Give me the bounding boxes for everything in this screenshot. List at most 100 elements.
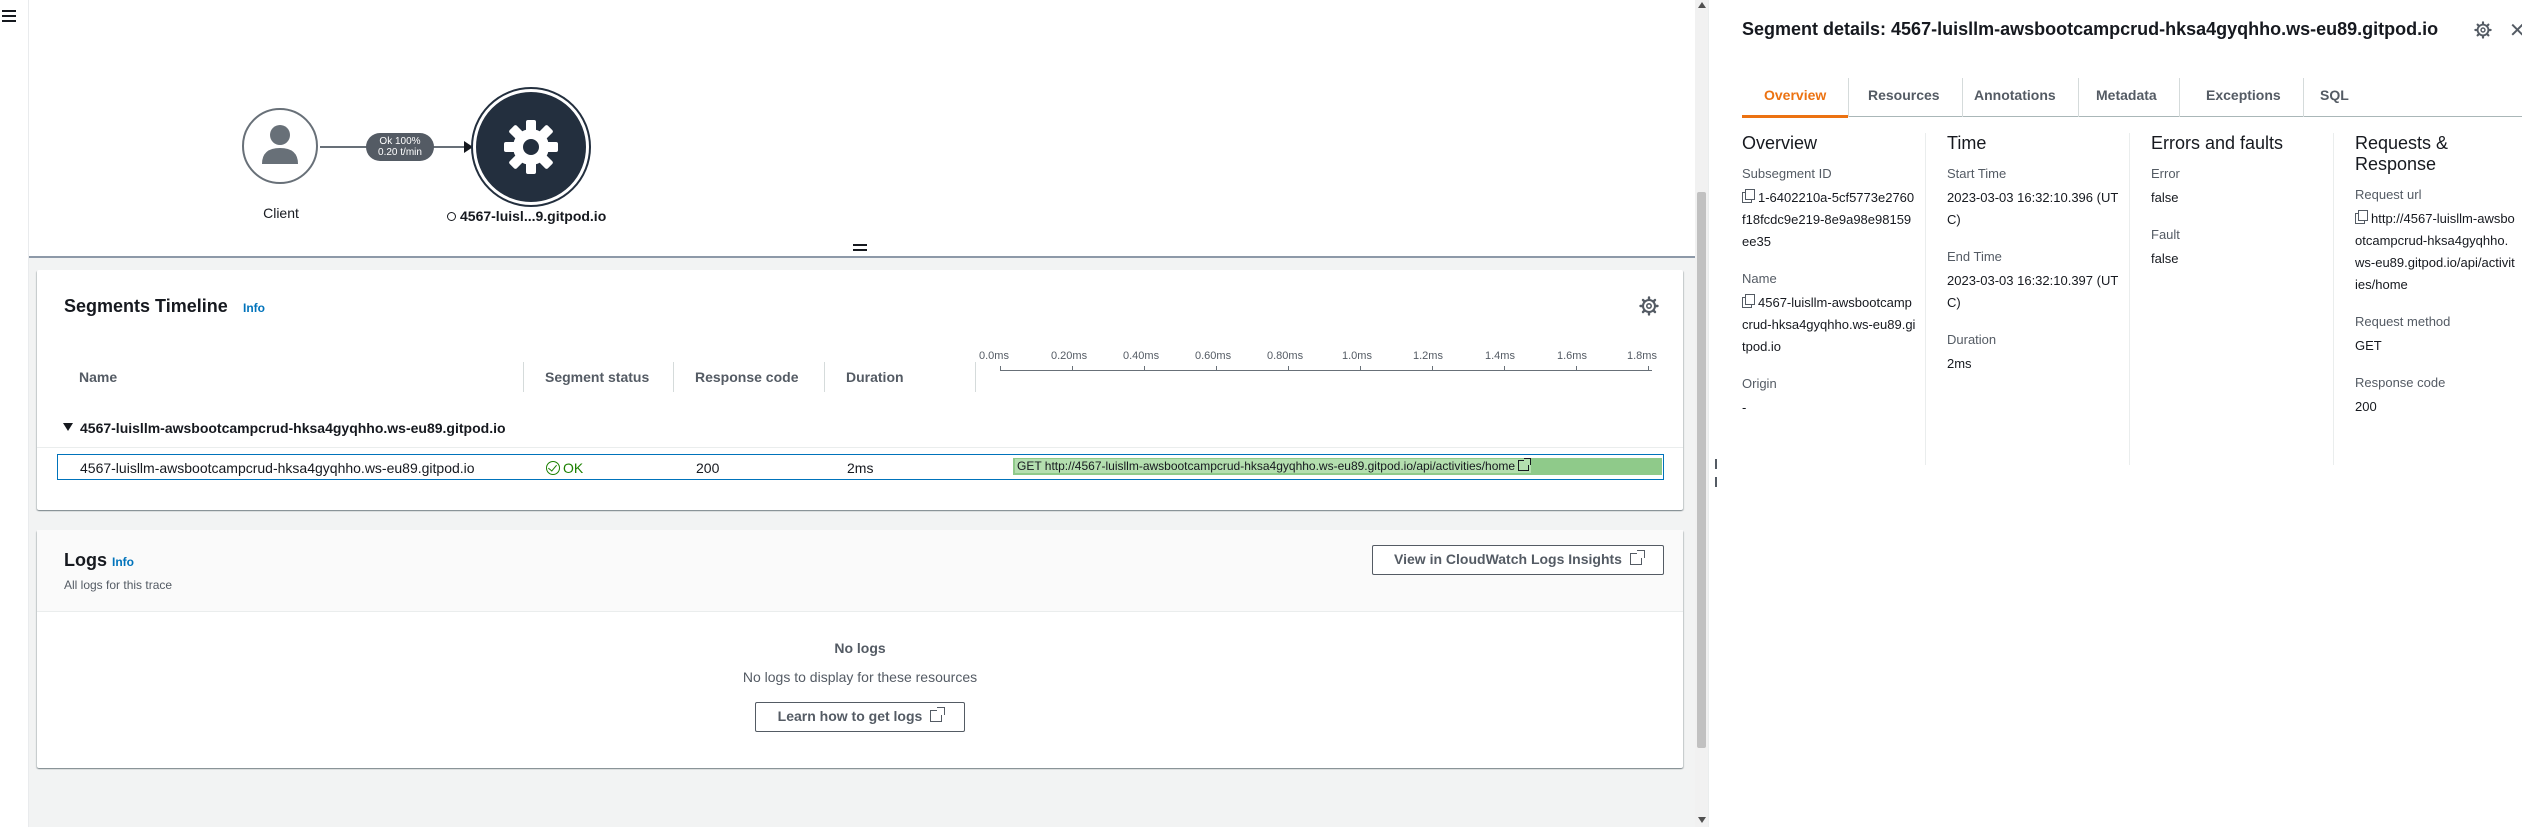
left-rail	[0, 0, 29, 827]
request-url-value[interactable]: http://4567-luisllm-awsbootcampcrud-hksa…	[2355, 208, 2515, 296]
tab-metadata[interactable]: Metadata	[2074, 78, 2180, 117]
overview-column: Overview Subsegment ID 1-6402210a-5cf577…	[1742, 133, 1917, 437]
copy-icon[interactable]	[1742, 294, 1755, 308]
segment-details-panel: Segment details: 4567-luisllm-awsbootcam…	[1708, 0, 2522, 827]
service-label-text: 4567-luisl...9.gitpod.io	[460, 208, 607, 224]
menu-icon[interactable]	[2, 10, 16, 22]
details-tabs: Overview Resources Annotations Metadata …	[1742, 72, 2522, 118]
scroll-thumb[interactable]	[1697, 192, 1706, 748]
name-label: Name	[1742, 271, 1777, 286]
axis-tick: 1.0ms	[1342, 350, 1372, 362]
settings-icon	[1639, 296, 1659, 316]
error-label: Error	[2151, 166, 2180, 181]
start-time-label: Start Time	[1947, 166, 2007, 181]
timeline-bar[interactable]: GET http://4567-luisllm-awsbootcampcrud-…	[1013, 458, 1662, 475]
col-header-duration[interactable]: Duration	[846, 369, 904, 385]
resize-handle[interactable]	[853, 244, 867, 254]
client-label: Client	[263, 205, 299, 221]
segments-timeline-panel: Segments Timeline Info Name Segment stat…	[37, 270, 1683, 510]
logs-info-link[interactable]: Info	[112, 555, 134, 569]
tab-annotations[interactable]: Annotations	[1952, 78, 2079, 117]
origin-value: -	[1742, 400, 1747, 415]
tab-exceptions[interactable]: Exceptions	[2184, 78, 2304, 117]
empty-state-description: No logs to display for these resources	[742, 669, 978, 685]
learn-logs-button[interactable]: Learn how to get logs	[755, 702, 965, 732]
edge-rate: 0.20 t/min	[378, 147, 422, 158]
request-url-text: http://4567-luisllm-awsbootcampcrud-hksa…	[2355, 211, 2515, 292]
timeline-settings-button[interactable]	[1639, 296, 1659, 316]
axis-mark	[1648, 366, 1649, 371]
col-divider	[975, 362, 976, 392]
axis-mark	[1216, 366, 1217, 371]
bar-label-text: GET http://4567-luisllm-awsbootcampcrud-…	[1017, 459, 1516, 473]
user-icon	[262, 125, 298, 164]
column-divider	[1925, 133, 1926, 465]
name-text: 4567-luisllm-awsbootcampcrud-hksa4gyqhho…	[1742, 295, 1916, 354]
subsegment-id-value[interactable]: 1-6402210a-5cf5773e2760f18fcdc9e219-8e9a…	[1742, 187, 1917, 253]
segment-group-row[interactable]: 4567-luisllm-awsbootcampcrud-hksa4gyqhho…	[37, 408, 1683, 448]
time-column: Time Start Time 2023-03-03 16:32:10.396 …	[1947, 133, 2122, 393]
errors-heading: Errors and faults	[2151, 133, 2284, 153]
overview-heading: Overview	[1742, 133, 1818, 153]
tab-sql[interactable]: SQL	[2298, 78, 2371, 117]
main-content: Client Ok 100% 0.20 t/min 4567-luisl...9…	[29, 0, 1695, 827]
timeline-info-link[interactable]: Info	[243, 301, 265, 315]
name-value[interactable]: 4567-luisllm-awsbootcampcrud-hksa4gyqhho…	[1742, 292, 1917, 358]
segment-name: 4567-luisllm-awsbootcampcrud-hksa4gyqhho…	[80, 460, 475, 476]
main-scrollbar[interactable]	[1695, 0, 1708, 827]
copy-icon[interactable]	[2355, 210, 2368, 224]
col-divider	[523, 362, 524, 392]
learn-button-label: Learn how to get logs	[777, 708, 923, 724]
details-title: Segment details: 4567-luisllm-awsbootcam…	[1742, 19, 2439, 39]
service-map: Client Ok 100% 0.20 t/min 4567-luisl...9…	[29, 0, 1695, 258]
axis-tick: 1.2ms	[1413, 350, 1443, 362]
view-cloudwatch-button[interactable]: View in CloudWatch Logs Insights	[1372, 545, 1664, 575]
fault-label: Fault	[2151, 227, 2180, 242]
axis-mark	[1504, 366, 1505, 371]
scroll-up-icon[interactable]	[1698, 2, 1706, 8]
axis-tick: 1.8ms	[1627, 350, 1657, 362]
axis-mark	[1288, 366, 1289, 371]
axis-tick: 0.60ms	[1195, 350, 1232, 362]
column-divider	[2333, 133, 2334, 465]
client-node[interactable]	[242, 108, 318, 184]
axis-tick: 0.40ms	[1123, 350, 1160, 362]
subsegment-id-label: Subsegment ID	[1742, 166, 1832, 181]
fault-value: false	[2151, 251, 2179, 266]
axis-mark	[1072, 366, 1073, 371]
scroll-down-icon[interactable]	[1698, 817, 1706, 823]
panel-drag-handle[interactable]	[1715, 456, 1721, 487]
service-node[interactable]	[473, 89, 589, 205]
copy-icon[interactable]	[1742, 189, 1755, 203]
external-link-icon	[1518, 458, 1532, 471]
cloudwatch-button-label: View in CloudWatch Logs Insights	[1394, 551, 1622, 567]
axis-tick: 0.20ms	[1051, 350, 1088, 362]
column-divider	[2129, 133, 2130, 465]
edge-stats-badge[interactable]: Ok 100% 0.20 t/min	[366, 133, 434, 161]
request-method-label: Request method	[2355, 314, 2451, 329]
details-settings-button[interactable]	[2474, 21, 2492, 44]
status-text: OK	[563, 460, 584, 476]
col-header-status[interactable]: Segment status	[545, 369, 649, 385]
request-method-value: GET	[2355, 338, 2382, 353]
close-icon[interactable]: ✕	[2509, 18, 2522, 43]
response-code-label: Response code	[2355, 375, 2446, 390]
check-circle-icon	[546, 461, 560, 475]
gear-icon	[504, 120, 558, 174]
external-link-icon	[1629, 550, 1645, 565]
service-label[interactable]: 4567-luisl...9.gitpod.io	[447, 208, 606, 224]
caret-down-icon[interactable]	[63, 423, 73, 431]
col-header-code[interactable]: Response code	[695, 369, 798, 385]
errors-column: Errors and faults Error false Fault fals…	[2151, 133, 2331, 288]
error-value: false	[2151, 190, 2179, 205]
col-header-name[interactable]: Name	[79, 369, 117, 385]
logs-header: Logs Info All logs for this trace View i…	[37, 530, 1683, 612]
end-time-label: End Time	[1947, 249, 2002, 264]
status-badge: OK	[546, 460, 583, 476]
end-time-value: 2023-03-03 16:32:10.397 (UTC)	[1947, 273, 2119, 310]
tab-overview[interactable]: Overview	[1742, 78, 1850, 118]
tab-resources[interactable]: Resources	[1846, 78, 1963, 117]
table-row[interactable]: 4567-luisllm-awsbootcampcrud-hksa4gyqhho…	[57, 454, 1664, 480]
radio-icon	[447, 212, 456, 221]
timeline-bar-label[interactable]: GET http://4567-luisllm-awsbootcampcrud-…	[1015, 458, 1532, 473]
